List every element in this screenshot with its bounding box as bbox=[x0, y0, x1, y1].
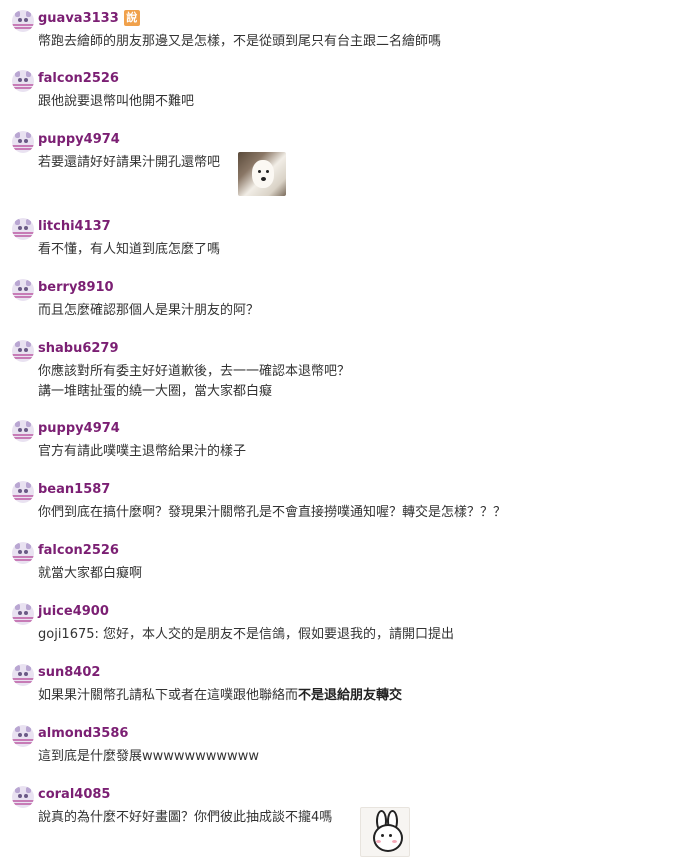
username-link[interactable]: sun8402 bbox=[38, 664, 100, 682]
username-link[interactable]: shabu6279 bbox=[38, 340, 119, 358]
comment-text-line-2: 講一堆瞎扯蛋的繞一大圈，當大家都白癡 bbox=[38, 384, 273, 399]
comment-text: 官方有請此噗噗主退幣給果汁的樣子 bbox=[38, 444, 247, 459]
avatar[interactable] bbox=[12, 10, 34, 32]
avatar[interactable] bbox=[12, 340, 34, 362]
username-link[interactable]: puppy4974 bbox=[38, 131, 120, 149]
username-link[interactable]: juice4900 bbox=[38, 603, 109, 621]
avatar[interactable] bbox=[12, 542, 34, 564]
comment-text: 你應該對所有委主好好道歉後，去一一確認本退幣吧？ bbox=[38, 364, 351, 379]
username-link[interactable]: litchi4137 bbox=[38, 218, 111, 236]
avatar[interactable] bbox=[12, 664, 34, 686]
username-link[interactable]: berry8910 bbox=[38, 279, 114, 297]
avatar[interactable] bbox=[12, 786, 34, 808]
username-link[interactable]: puppy4974 bbox=[38, 420, 120, 438]
comment-text: 幣跑去繪師的朋友那邊又是怎樣，不是從頭到尾只有台主跟二名繪師嗎 bbox=[38, 34, 442, 49]
comment-text: 這到底是什麼發展wwwwwwwwwww bbox=[38, 749, 259, 764]
comment-text: 你們到底在搞什麼啊？發現果汁關幣孔是不會直接撈噗通知喔？轉交是怎樣？？？ bbox=[38, 505, 507, 520]
username-link[interactable]: falcon2526 bbox=[38, 70, 119, 88]
avatar[interactable] bbox=[12, 420, 34, 442]
username-link[interactable]: falcon2526 bbox=[38, 542, 119, 560]
comment-text: 而且怎麼確認那個人是果汁朋友的阿？ bbox=[38, 303, 260, 318]
avatar[interactable] bbox=[12, 218, 34, 240]
comment-text: 若要還請好好請果汁開孔還幣吧 bbox=[38, 155, 221, 170]
username-link[interactable]: guava3133 說 bbox=[38, 10, 140, 28]
bunny-sticker-image[interactable] bbox=[360, 807, 410, 857]
avatar[interactable] bbox=[12, 131, 34, 153]
comment-text: 看不懂，有人知道到底怎麼了嗎 bbox=[38, 242, 221, 257]
comment-text: 就當大家都白癡啊 bbox=[38, 566, 143, 581]
username-link[interactable]: almond3586 bbox=[38, 725, 128, 743]
reply-badge: 說 bbox=[123, 10, 140, 26]
avatar[interactable] bbox=[12, 725, 34, 747]
comment-text: 如果果汁關幣孔請私下或者在這噗跟他聯絡而不是退給朋友轉交 bbox=[38, 688, 403, 703]
comment-text-bold: 不是退給朋友轉交 bbox=[298, 688, 403, 703]
avatar[interactable] bbox=[12, 70, 34, 92]
comment-text: 說真的為什麼不好好畫圖？你們彼此抽成談不攏4嗎 bbox=[38, 810, 333, 825]
comment-text: goji1675: 您好，本人交的是朋友不是信鴿，假如要退我的，請開口提出 bbox=[38, 627, 455, 642]
username-link[interactable]: bean1587 bbox=[38, 481, 110, 499]
username-link[interactable]: coral4085 bbox=[38, 786, 110, 804]
avatar[interactable] bbox=[12, 279, 34, 301]
dog-sticker-image[interactable] bbox=[238, 152, 286, 196]
comment-text: 跟他說要退幣叫他開不難吧 bbox=[38, 94, 195, 109]
avatar[interactable] bbox=[12, 603, 34, 625]
avatar[interactable] bbox=[12, 481, 34, 503]
